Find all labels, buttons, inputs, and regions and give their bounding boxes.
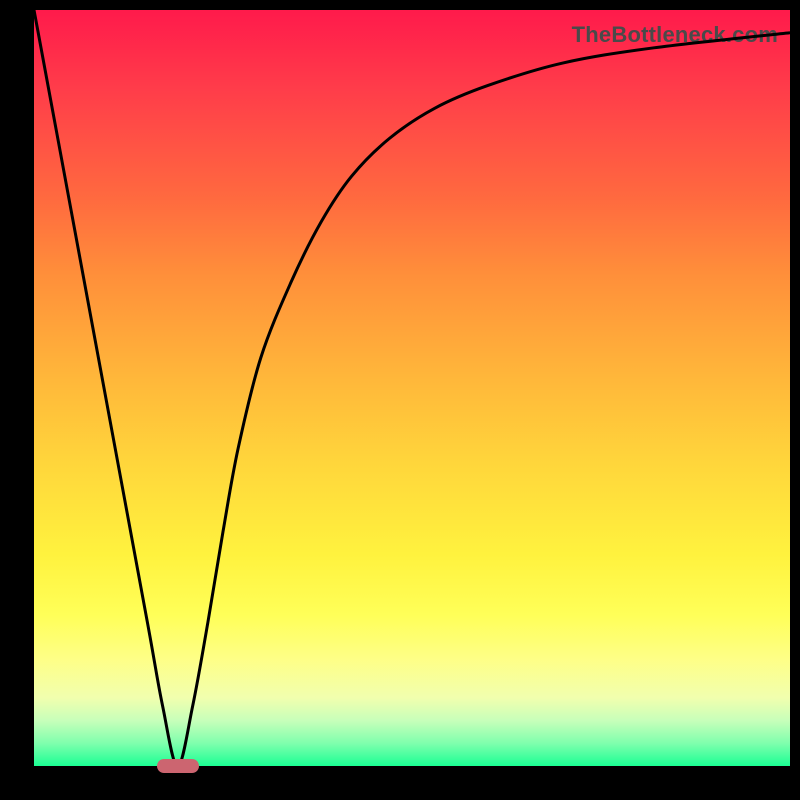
chart-frame: TheBottleneck.com: [0, 0, 800, 800]
optimal-marker: [157, 759, 199, 773]
chart-plot-area: TheBottleneck.com: [34, 10, 790, 766]
chart-svg: [34, 10, 790, 766]
bottleneck-curve: [34, 10, 790, 766]
